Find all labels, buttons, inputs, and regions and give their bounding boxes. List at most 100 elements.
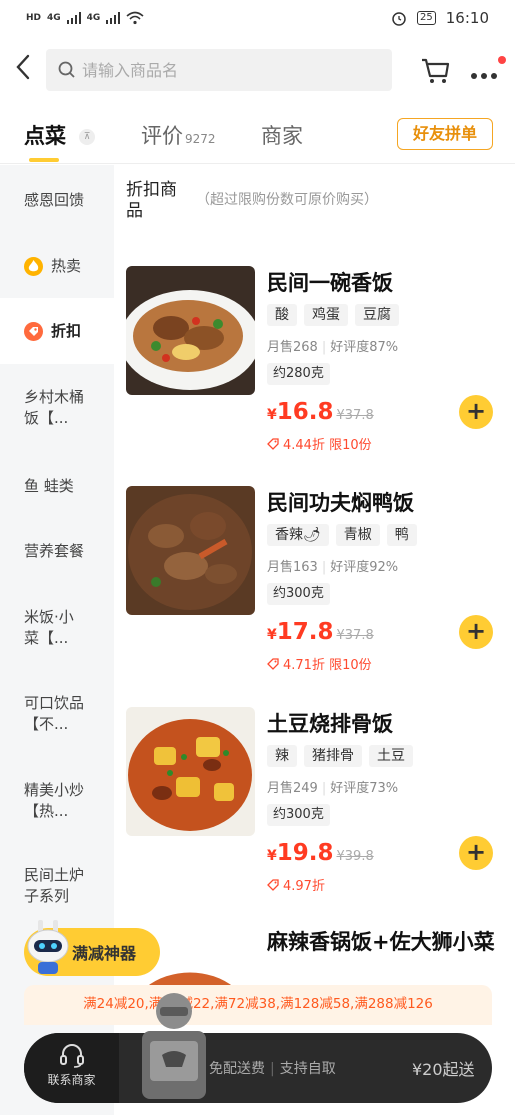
product-tag: 豆腐	[355, 304, 399, 326]
checkout-bar: 联系商家 免配送费 | 支持自取 ¥20起送	[24, 993, 492, 1103]
tab-reviews-label: 评价	[141, 124, 183, 148]
chevron-left-icon	[16, 54, 30, 79]
tab-bar: 点菜 ⊼ 评价 9272 商家 好友拼单	[0, 106, 515, 164]
full-reduction-promo: 满24减20,满51减22,满72减38,满128减58,满288减126	[24, 985, 492, 1025]
product-card[interactable]: 民间一碗香饭 酸 鸡蛋 豆腐 月售268 | 好评度87% 约280克 ¥16.8 ¥…	[126, 266, 504, 476]
discount-info: 4.97折	[267, 875, 325, 894]
tab-order[interactable]: 点菜	[24, 120, 66, 150]
tab-merchant[interactable]: 商家	[261, 120, 303, 150]
rating: 好评度87%	[330, 340, 399, 355]
sidebar-item-label: 可口饮品	[24, 694, 85, 712]
product-tags: 香辣🌶 青椒 鸭	[267, 524, 417, 546]
product-tag: 猪排骨	[304, 745, 362, 767]
currency-symbol: ¥	[267, 848, 277, 864]
product-tag: 青椒	[335, 524, 380, 546]
sidebar-item-label-2: 【不...	[24, 715, 69, 733]
original-price: ¥39.8	[336, 849, 374, 864]
tag-icon	[267, 657, 279, 670]
add-to-cart-button[interactable]: +	[459, 615, 493, 649]
product-tag: 辣	[267, 745, 297, 767]
sidebar-item-hot[interactable]: 热卖	[0, 244, 114, 288]
add-to-cart-button[interactable]: +	[459, 836, 493, 870]
delivery-info: 免配送费 | 支持自取	[209, 1061, 336, 1077]
contact-merchant-button[interactable]: 联系商家	[24, 1033, 119, 1103]
tab-active-indicator	[29, 158, 59, 162]
sidebar-item-bucket-rice[interactable]: 乡村木桶 饭【...	[0, 387, 114, 437]
search-input[interactable]	[82, 60, 362, 80]
robot-mascot-icon	[27, 920, 69, 974]
minimum-order: ¥20起送	[412, 1060, 475, 1079]
original-price: ¥37.8	[336, 628, 374, 643]
sidebar-item-stir-fry[interactable]: 精美小炒 【热...	[0, 780, 114, 830]
product-stats: 月售249 | 好评度73%	[267, 781, 399, 796]
product-card[interactable]: 麻辣香锅饭+佐大狮小菜	[126, 928, 504, 988]
product-card[interactable]: 民间功夫焖鸭饭 香辣🌶 青椒 鸭 月售163 | 好评度92% 约300克 ¥17.…	[126, 486, 504, 696]
discount-text: 4.71折 限10份	[283, 658, 372, 673]
product-stats: 月售268 | 好评度87%	[267, 340, 399, 355]
sidebar-item-rice-sides[interactable]: 米饭·小 菜【...	[0, 607, 114, 657]
product-tags: 酸 鸡蛋 豆腐	[267, 304, 399, 326]
group-order-button[interactable]: 好友拼单	[397, 118, 493, 150]
rating: 好评度92%	[330, 560, 399, 575]
product-card[interactable]: 土豆烧排骨饭 辣 猪排骨 土豆 月售249 | 好评度73% 约300克 ¥19.8…	[126, 707, 504, 917]
product-tag: 土豆	[369, 745, 413, 767]
currency-symbol: ¥	[267, 627, 277, 643]
back-button[interactable]	[0, 53, 46, 88]
product-price: ¥17.8 ¥37.8	[267, 619, 374, 645]
product-weight: 约280克	[267, 363, 330, 385]
product-tag: 鸭	[386, 524, 417, 546]
product-stats: 月售163 | 好评度92%	[267, 560, 399, 575]
free-delivery-label: 免配送费	[209, 1061, 265, 1077]
signal-4g-label: 4G	[47, 13, 61, 23]
section-note: （超过限购份数可原价购买）	[196, 192, 378, 208]
sidebar-item-label: 乡村木桶	[24, 388, 85, 406]
product-weight: 约300克	[267, 804, 330, 826]
status-bar: HD 4G 4G 25 16:10	[0, 0, 515, 36]
discount-helper-label: 满减神器	[72, 944, 137, 963]
currency-symbol: ¥	[267, 407, 277, 423]
sidebar-item-label: 热卖	[51, 256, 82, 275]
plus-icon: +	[465, 397, 487, 425]
discount-info: 4.71折 限10份	[267, 654, 372, 673]
monthly-sales: 月售163	[267, 560, 318, 575]
more-button[interactable]	[470, 56, 506, 88]
sidebar-item-label: 营养套餐	[24, 541, 85, 560]
product-name: 土豆烧排骨饭	[267, 712, 393, 736]
tab-order-label: 点菜	[24, 124, 66, 148]
self-pickup-label: 支持自取	[279, 1061, 336, 1077]
sidebar-item-label: 民间土炉	[24, 866, 85, 884]
more-icon	[471, 73, 497, 79]
sidebar-item-label-2: 【热...	[24, 802, 69, 820]
alarm-icon	[392, 12, 406, 26]
price-value: 19.8	[276, 840, 334, 866]
tab-reviews[interactable]: 评价 9272	[141, 120, 216, 150]
product-tag: 酸	[267, 304, 297, 326]
price-value: 16.8	[276, 399, 334, 425]
monthly-sales: 月售249	[267, 781, 318, 796]
tab-merchant-label: 商家	[261, 124, 303, 148]
sidebar-item-fish-frog[interactable]: 鱼 蛙类	[0, 475, 114, 497]
sidebar-item-drinks[interactable]: 可口饮品 【不...	[0, 693, 114, 743]
cart-button[interactable]	[420, 52, 450, 86]
sidebar-item-clay-stove[interactable]: 民间土炉 子系列	[0, 865, 114, 915]
network-indicators: HD 4G 4G	[26, 11, 144, 25]
discount-text: 4.97折	[283, 879, 325, 894]
search-box[interactable]	[46, 49, 392, 91]
tag-icon	[267, 878, 279, 891]
collapse-icon[interactable]: ⊼	[79, 129, 95, 145]
discount-helper-button[interactable]: 满减神器	[24, 920, 160, 976]
product-tags: 辣 猪排骨 土豆	[267, 745, 413, 767]
sidebar-item-thanks[interactable]: 感恩回馈	[0, 178, 114, 222]
plus-icon: +	[465, 838, 487, 866]
product-name: 民间一碗香饭	[267, 271, 393, 295]
sidebar-item-label: 米饭·小	[24, 608, 74, 626]
search-header	[0, 38, 515, 102]
sidebar-item-label-2: 子系列	[24, 887, 70, 905]
status-right: 25 16:10	[391, 9, 489, 27]
add-to-cart-button[interactable]: +	[459, 395, 493, 429]
sidebar-item-set-meal[interactable]: 营养套餐	[0, 540, 114, 562]
signal-icon-2	[106, 12, 121, 24]
sidebar-item-discount[interactable]: 折扣	[0, 298, 114, 364]
product-name: 麻辣香锅饭+佐大狮小菜	[267, 930, 495, 954]
clock: 16:10	[445, 9, 489, 27]
